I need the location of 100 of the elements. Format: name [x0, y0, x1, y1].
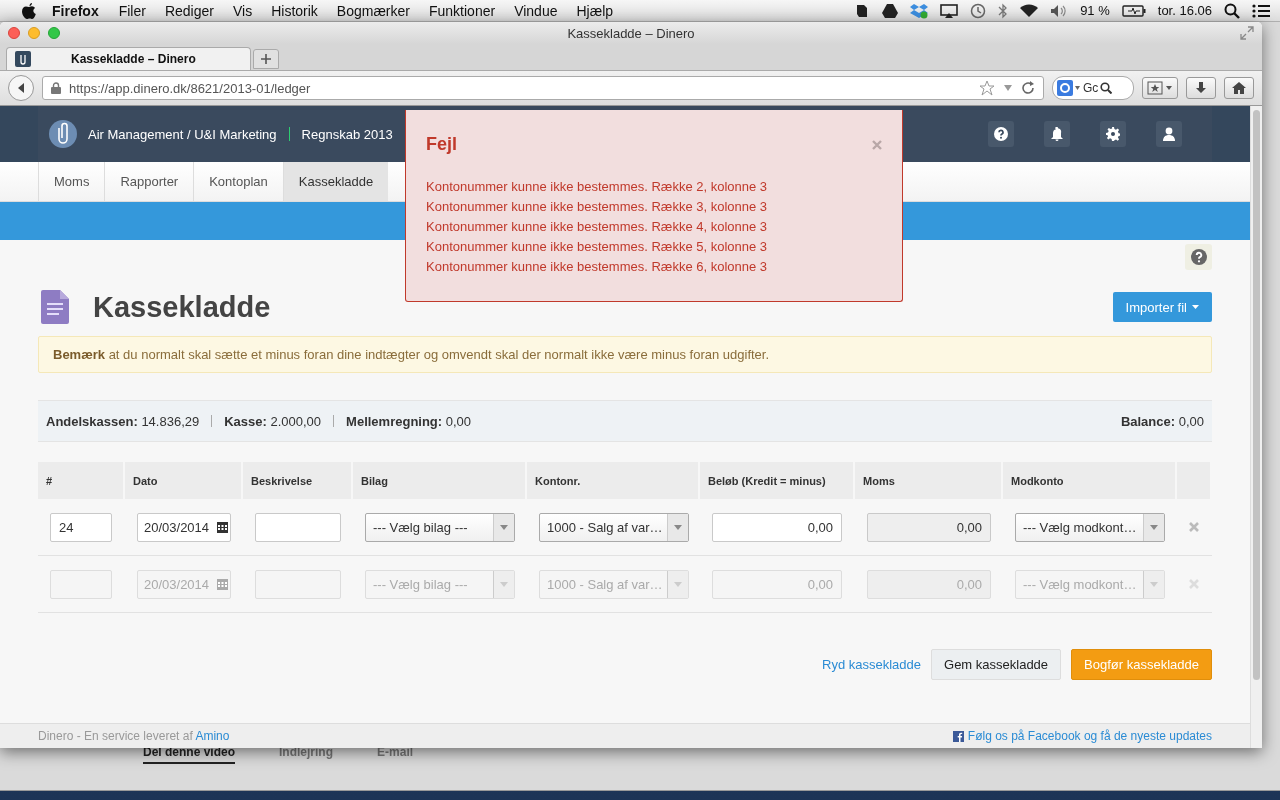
- total-balance: Balance: 0,00: [1120, 413, 1204, 429]
- list-icon[interactable]: [1252, 3, 1270, 18]
- menu-item[interactable]: Hjælp: [576, 2, 614, 19]
- column-header: Dato: [125, 462, 243, 499]
- volume-icon[interactable]: [1050, 3, 1069, 18]
- help-icon: [1190, 249, 1207, 265]
- lock-icon: [51, 82, 61, 94]
- notifications-button[interactable]: [1044, 121, 1070, 147]
- apple-logo-icon[interactable]: [22, 2, 36, 19]
- account-balance: Andelskassen: 14.836,29: [46, 413, 200, 429]
- caret-icon: [1150, 524, 1158, 530]
- column-header: Kontonr.: [527, 462, 700, 499]
- column-header: Beløb (Kredit = minus): [700, 462, 855, 499]
- clock-icon[interactable]: [970, 2, 987, 19]
- download-icon: [1194, 81, 1208, 95]
- fiscal-year-menu[interactable]: Regnskab 2013: [301, 126, 393, 142]
- paperclip-logo[interactable]: [48, 119, 78, 149]
- home-button[interactable]: [1224, 77, 1254, 99]
- date-field[interactable]: 20/03/2014: [137, 512, 231, 542]
- vat-field[interactable]: 0,00: [867, 512, 991, 542]
- bookmark-star-icon[interactable]: [979, 80, 995, 96]
- error-message: Kontonummer kunne ikke bestemmes. Række 2, kolonne 3: [426, 178, 769, 196]
- menu-item[interactable]: Funktioner: [428, 2, 496, 19]
- menu-item[interactable]: Bogmærker: [336, 2, 410, 19]
- number-field[interactable]: 24: [50, 512, 112, 542]
- bookmarks-button[interactable]: [1142, 77, 1178, 99]
- caret-icon: [1150, 581, 1158, 587]
- google-icon[interactable]: [1057, 80, 1081, 96]
- footer-text: Dinero - En service leveret af Amino: [38, 729, 230, 743]
- settings-button[interactable]: [1100, 121, 1126, 147]
- search-icon[interactable]: [1100, 82, 1113, 94]
- error-message: Kontonummer kunne ikke bestemmes. Række 5, kolonne 3: [426, 238, 769, 256]
- section-tab[interactable]: Moms: [38, 162, 105, 201]
- bell-icon: [1050, 127, 1064, 141]
- section-tab[interactable]: Rapporter: [104, 162, 194, 201]
- reload-icon[interactable]: [1021, 81, 1035, 95]
- company-name[interactable]: Air Management / U&I Marketing: [88, 126, 277, 142]
- clear-ledger-link[interactable]: Ryd kassekladde: [822, 657, 922, 672]
- help-button[interactable]: [988, 121, 1014, 147]
- account-balance: Kasse: 2.000,00: [224, 413, 322, 429]
- menu-item[interactable]: Historik: [271, 2, 318, 19]
- battery-icon[interactable]: [1121, 4, 1146, 17]
- address-bar[interactable]: https://app.dinero.dk/8621/2013-01/ledger: [42, 76, 1044, 100]
- plus-icon: [260, 53, 272, 65]
- caret-icon: [674, 581, 682, 587]
- menu-clock[interactable]: tor. 16.06: [1157, 3, 1212, 18]
- calendar-icon[interactable]: [217, 521, 228, 533]
- bluetooth-icon[interactable]: [998, 2, 1009, 19]
- close-button[interactable]: [8, 27, 20, 39]
- description-field[interactable]: [255, 512, 341, 542]
- box-icon[interactable]: [910, 2, 929, 19]
- new-tab-button[interactable]: [253, 49, 279, 69]
- help-icon: [994, 127, 1008, 141]
- back-button[interactable]: [8, 75, 34, 101]
- scrollbar[interactable]: [1250, 106, 1262, 748]
- notice-alert: Bemærk at du normalt skal sætte et minus foran dine indtægter og omvendt skal der normalt ikke være minus foran udgifter.: [38, 336, 1212, 373]
- help-button[interactable]: [1185, 244, 1212, 270]
- battery-percentage: 91 %: [1080, 3, 1110, 18]
- search-icon[interactable]: [1224, 2, 1240, 19]
- dropdown-icon[interactable]: [1003, 84, 1013, 92]
- error-message: Kontonummer kunne ikke bestemmes. Række 6, kolonne 3: [426, 258, 769, 276]
- wifi-icon[interactable]: [1020, 3, 1039, 18]
- app-menu[interactable]: Firefox: [52, 2, 99, 19]
- error-message: Kontonummer kunne ikke bestemmes. Række 4, kolonne 3: [426, 218, 769, 236]
- save-ledger-button[interactable]: Gem kassekladde: [931, 649, 1062, 680]
- download-button[interactable]: [1186, 77, 1216, 99]
- user-icon: [1162, 127, 1176, 141]
- column-header: Bilag: [353, 462, 527, 499]
- column-header: Beskrivelse: [243, 462, 353, 499]
- caret-icon: [500, 581, 508, 587]
- error-message: Kontonummer kunne ikke bestemmes. Række 3, kolonne 3: [426, 198, 769, 216]
- menu-item[interactable]: Vis: [232, 2, 253, 19]
- caret-icon: [674, 524, 682, 530]
- section-tab[interactable]: Kassekladde: [282, 162, 389, 201]
- voucher-select[interactable]: --- Vælg bilag ---: [365, 512, 515, 542]
- settings-icon: [1106, 127, 1120, 141]
- account-select[interactable]: 1000 - Salg af var…: [539, 512, 689, 542]
- caret-icon: [1192, 304, 1199, 310]
- user-button[interactable]: [1156, 121, 1182, 147]
- amount-field[interactable]: 0,00: [712, 512, 842, 542]
- menu-item[interactable]: Filer: [118, 2, 146, 19]
- facebook-icon[interactable]: [952, 730, 964, 742]
- dialog-title: Fejl: [426, 134, 457, 155]
- column-header: Moms: [855, 462, 1003, 499]
- browser-tab[interactable]: Kassekladde – Dinero: [6, 47, 251, 70]
- star-list-icon: [1147, 81, 1173, 95]
- caret-icon: [500, 524, 508, 530]
- account-balance: Mellemregning: 0,00: [346, 413, 472, 429]
- menu-item[interactable]: Rediger: [164, 2, 214, 19]
- section-tab[interactable]: Kontoplan: [193, 162, 283, 201]
- fullscreen-icon[interactable]: [1240, 26, 1254, 40]
- page-title: Kassekladde: [93, 290, 271, 324]
- display-icon[interactable]: [940, 3, 959, 18]
- document-icon: [41, 290, 69, 324]
- counter-account-select[interactable]: --- Vælg modkont…: [1015, 512, 1165, 542]
- home-icon: [1231, 81, 1247, 95]
- paperclip-icon: [15, 51, 31, 67]
- menu-item[interactable]: Vindue: [514, 2, 558, 19]
- search-field[interactable]: Gc: [1052, 76, 1134, 100]
- window-title: Kassekladde – Dinero: [567, 25, 695, 41]
